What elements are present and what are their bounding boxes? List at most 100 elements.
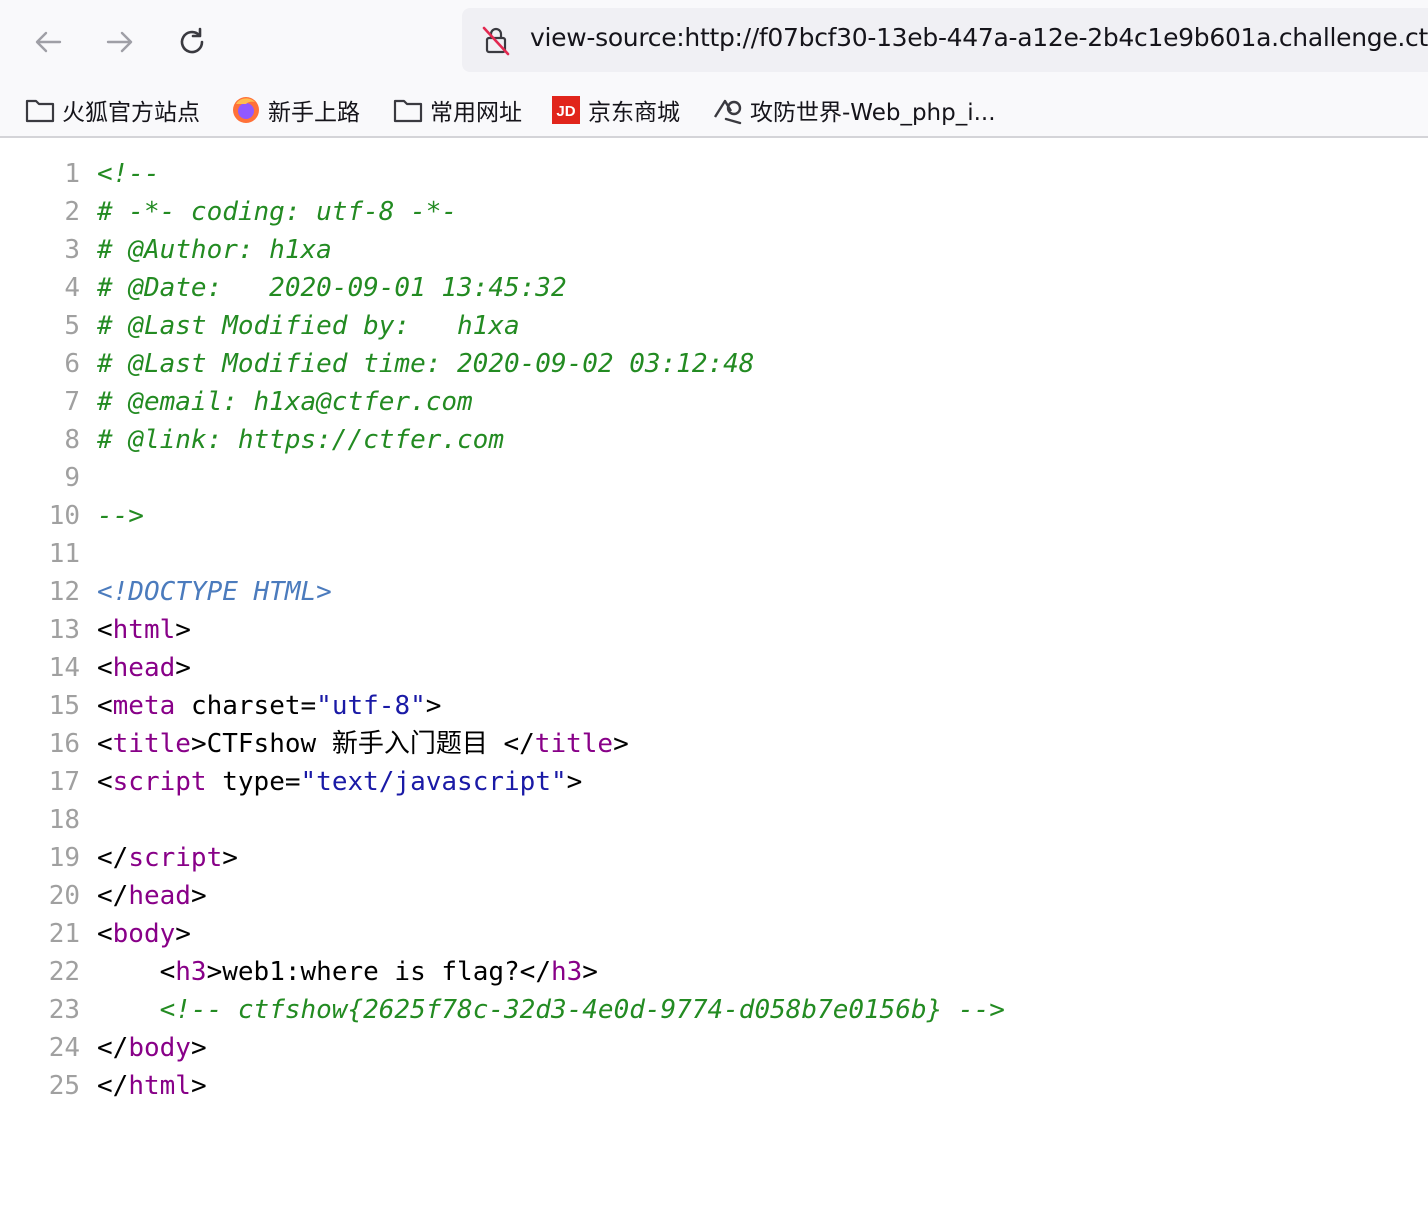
- bookmark-common-sites[interactable]: 常用网址: [392, 92, 522, 128]
- source-line: 15 <meta charset="utf-8">: [0, 687, 1428, 725]
- bookmark-getting-started[interactable]: 新手上路: [230, 92, 360, 128]
- bookmark-label: 攻防世界-Web_php_i...: [750, 100, 996, 126]
- bookmark-firefox-official[interactable]: 火狐官方站点: [24, 92, 200, 128]
- line-number: 11: [48, 539, 80, 569]
- source-line: 2 # -*- coding: utf-8 -*-: [0, 193, 1428, 231]
- forward-arrow-icon: [104, 26, 136, 58]
- folder-icon: [24, 94, 56, 126]
- line-number: 15: [48, 691, 80, 721]
- address-bar[interactable]: view-source:http://f07bcf30-13eb-447a-a1…: [462, 8, 1428, 72]
- line-number: 9: [64, 463, 80, 493]
- source-line: 20 </head>: [0, 877, 1428, 915]
- tag-name: body: [128, 1033, 191, 1063]
- title-text: CTFshow 新手入门题目: [206, 729, 504, 759]
- tag-name: h3: [175, 957, 207, 987]
- source-line: 25 </html>: [0, 1067, 1428, 1105]
- tag-name: title: [534, 729, 614, 759]
- xctf-icon: [712, 94, 744, 126]
- source-line: 16 <title>CTFshow 新手入门题目 </title>: [0, 725, 1428, 763]
- doctype-declaration: <!DOCTYPE HTML>: [97, 577, 332, 607]
- browser-toolbar: view-source:http://f07bcf30-13eb-447a-a1…: [0, 0, 1428, 84]
- line-number: 6: [64, 349, 80, 379]
- source-line: 12 <!DOCTYPE HTML>: [0, 573, 1428, 611]
- reload-icon: [175, 25, 209, 59]
- comment-text: -->: [97, 501, 144, 531]
- line-number: 7: [64, 387, 80, 417]
- tag-name: body: [112, 919, 176, 949]
- tag-name: head: [112, 653, 176, 683]
- source-line: 18: [0, 801, 1428, 839]
- firefox-icon: [230, 94, 262, 126]
- folder-icon: [392, 94, 424, 126]
- source-line: 23 <!-- ctfshow{2625f78c-32d3-4e0d-9774-…: [0, 991, 1428, 1029]
- tag-name: script: [112, 767, 207, 797]
- h3-text: web1:where is flag?: [222, 957, 520, 987]
- comment-text: # @link: https://ctfer.com: [97, 425, 504, 455]
- comment-text: <!--: [97, 159, 160, 189]
- bookmark-label: 京东商城: [588, 100, 680, 126]
- back-button[interactable]: [22, 16, 74, 68]
- line-number: 8: [64, 425, 80, 455]
- source-line: 24 </body>: [0, 1029, 1428, 1067]
- tag-name: title: [112, 729, 191, 759]
- line-number: 14: [48, 653, 80, 683]
- source-line: 5 # @Last Modified by: h1xa: [0, 307, 1428, 345]
- line-number: 25: [48, 1071, 80, 1101]
- line-number: 17: [48, 767, 80, 797]
- line-number: 24: [48, 1033, 80, 1063]
- line-number: 2: [64, 197, 80, 227]
- comment-text: # @Last Modified time: 2020-09-02 03:12:…: [97, 349, 755, 379]
- line-number: 20: [48, 881, 80, 911]
- source-line: 9: [0, 459, 1428, 497]
- flag-comment: <!-- ctfshow{2625f78c-32d3-4e0d-9774-d05…: [159, 995, 1005, 1025]
- back-arrow-icon: [32, 26, 64, 58]
- line-number: 19: [48, 843, 80, 873]
- tag-name: h3: [550, 957, 583, 987]
- source-line: 14 <head>: [0, 649, 1428, 687]
- source-line: 17 <script type="text/javascript">: [0, 763, 1428, 801]
- svg-text:JD: JD: [556, 103, 575, 120]
- bookmarks-toolbar: 火狐官方站点 新手上路 常用网址 JD 京东商城 攻防世界-Web_php_i.…: [0, 84, 1428, 138]
- comment-text: # @Last Modified by: h1xa: [97, 311, 520, 341]
- attribute-name: type: [222, 767, 285, 797]
- source-line: 7 # @email: h1xa@ctfer.com: [0, 383, 1428, 421]
- bookmark-jd[interactable]: JD 京东商城: [550, 92, 680, 128]
- reload-button[interactable]: [166, 16, 218, 68]
- attribute-name: charset: [190, 691, 301, 721]
- page-source-view: 1 <!-- 2 # -*- coding: utf-8 -*- 3 # @Autho…: [0, 155, 1428, 1105]
- insecure-lock-icon: [480, 24, 512, 60]
- source-line: 1 <!--: [0, 155, 1428, 193]
- attribute-value: "utf-8": [316, 691, 426, 721]
- line-number: 18: [48, 805, 80, 835]
- attribute-value: "text/javascript": [300, 767, 567, 797]
- line-number: 21: [48, 919, 80, 949]
- tag-name: script: [128, 843, 223, 873]
- line-number: 13: [48, 615, 80, 645]
- comment-text: # @email: h1xa@ctfer.com: [97, 387, 473, 417]
- line-number: 3: [64, 235, 80, 265]
- line-number: 5: [64, 311, 80, 341]
- comment-text: # @Author: h1xa: [97, 235, 332, 265]
- line-number: 1: [64, 159, 80, 189]
- url-text[interactable]: view-source:http://f07bcf30-13eb-447a-a1…: [530, 23, 1428, 52]
- comment-text: # -*- coding: utf-8 -*-: [97, 197, 458, 227]
- source-line: 6 # @Last Modified time: 2020-09-02 03:12…: [0, 345, 1428, 383]
- line-number: 12: [48, 577, 80, 607]
- bookmark-label: 火狐官方站点: [62, 100, 200, 126]
- line-number: 22: [48, 957, 80, 987]
- source-line: 3 # @Author: h1xa: [0, 231, 1428, 269]
- bookmark-adworld[interactable]: 攻防世界-Web_php_i...: [712, 92, 996, 128]
- tag-name: html: [112, 615, 176, 645]
- source-line: 22 <h3>web1:where is flag?</h3>: [0, 953, 1428, 991]
- tag-name: html: [128, 1071, 191, 1101]
- source-line: 21 <body>: [0, 915, 1428, 953]
- forward-button[interactable]: [94, 16, 146, 68]
- tag-name: meta: [112, 691, 176, 721]
- source-line: 10 -->: [0, 497, 1428, 535]
- source-line: 8 # @link: https://ctfer.com: [0, 421, 1428, 459]
- source-line: 11: [0, 535, 1428, 573]
- line-number: 23: [48, 995, 80, 1025]
- line-number: 16: [48, 729, 80, 759]
- line-number: 4: [64, 273, 80, 303]
- bookmark-label: 常用网址: [430, 100, 522, 126]
